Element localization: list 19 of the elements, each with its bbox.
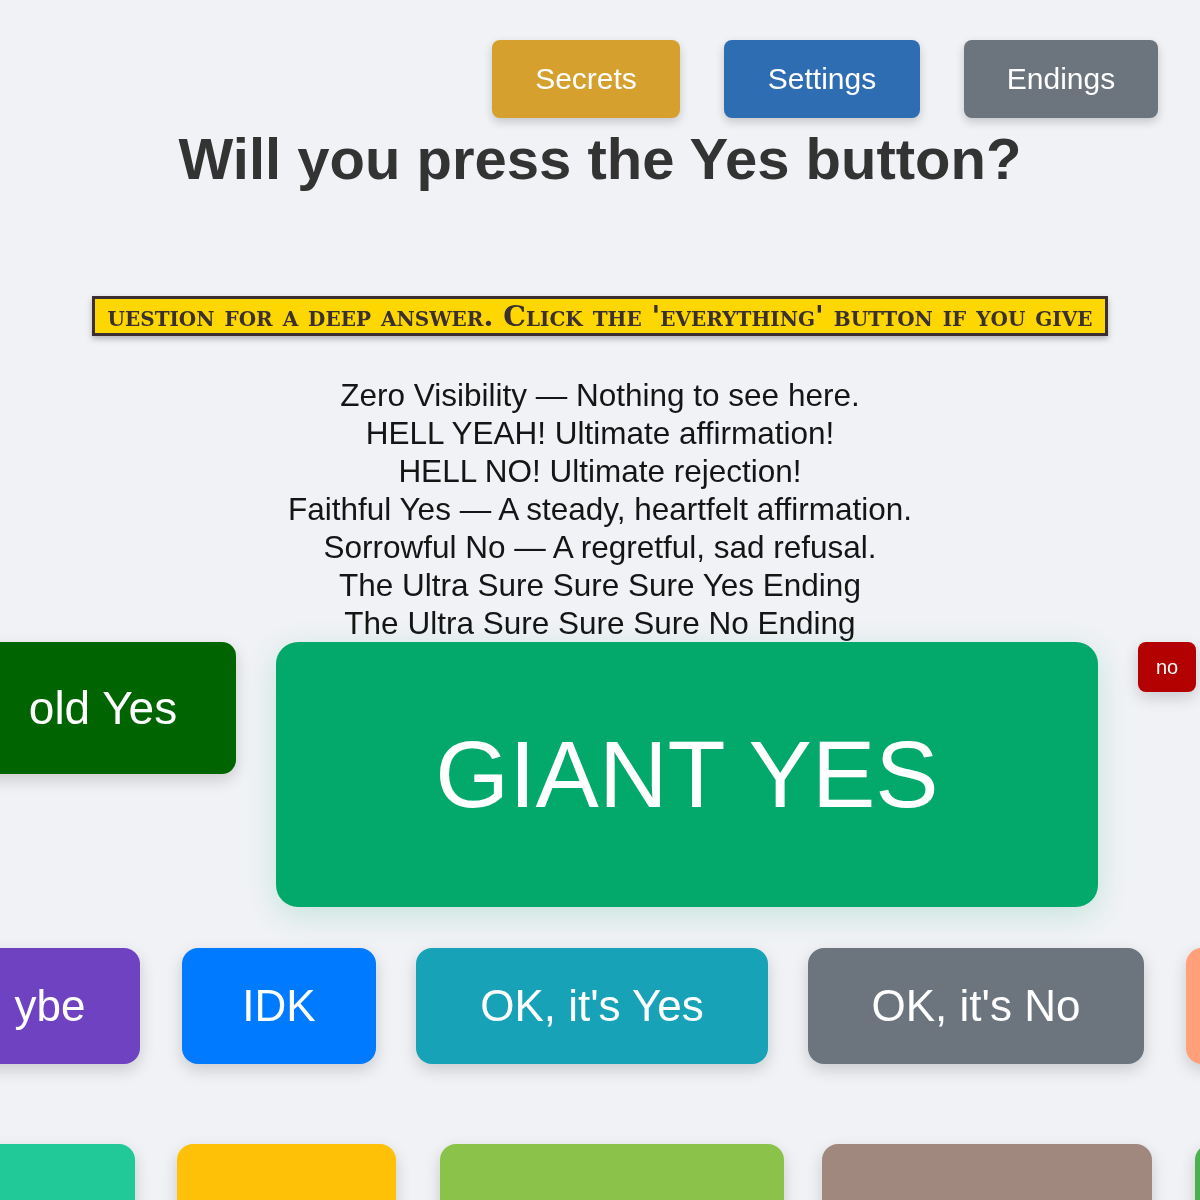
- ending-line: Faithful Yes — A steady, heartfelt affirmation.: [288, 490, 912, 528]
- ending-line: Zero Visibility — Nothing to see here.: [340, 376, 860, 414]
- answer-button[interactable]: no: [1138, 642, 1196, 692]
- nav-button[interactable]: Secrets: [492, 40, 680, 118]
- answer-button[interactable]: GIANT YES: [276, 642, 1098, 907]
- ending-line: HELL YEAH! Ultimate affirmation!: [365, 414, 835, 452]
- nav-button[interactable]: Endings: [964, 40, 1158, 118]
- ending-line: The Ultra Sure Sure Sure Yes Ending: [339, 566, 861, 604]
- answer-button[interactable]: ybe: [0, 948, 140, 1064]
- answer-button[interactable]: OK, it's No: [808, 948, 1144, 1064]
- banner-text: uestion for a deep answer. Click the 'everything' button if you give: [107, 299, 1093, 333]
- nav-button[interactable]: Settings: [724, 40, 920, 118]
- page-title: Will you press the Yes button?: [178, 125, 1022, 193]
- answer-button[interactable]: old Yes: [0, 642, 236, 774]
- ending-line: Sorrowful No — A regretful, sad refusal.: [323, 528, 877, 566]
- answer-button[interactable]: OK, it's Yes: [416, 948, 768, 1064]
- ending-line: The Ultra Sure Sure Sure No Ending: [344, 604, 856, 642]
- ending-line: HELL NO! Ultimate rejection!: [398, 452, 802, 490]
- answer-button[interactable]: IDK: [182, 948, 376, 1064]
